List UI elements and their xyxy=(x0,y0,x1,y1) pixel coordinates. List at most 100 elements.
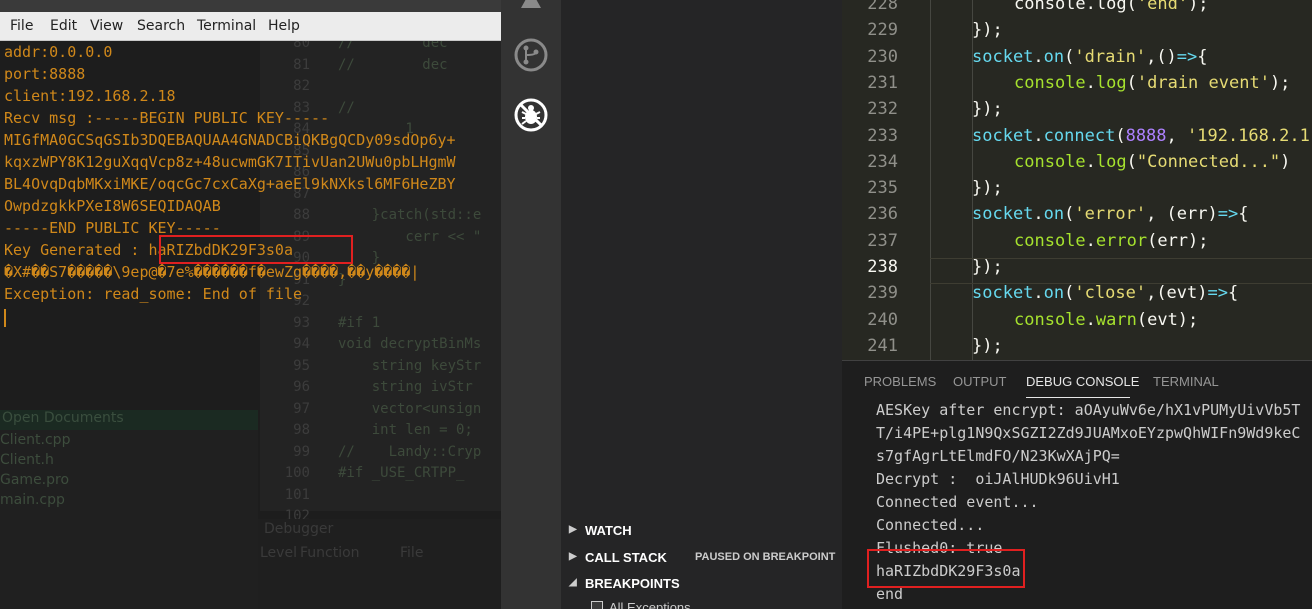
menu-help[interactable]: Help xyxy=(268,18,300,34)
code-text: }); xyxy=(972,99,1003,120)
console-line: Connected event... xyxy=(876,493,1039,511)
watch-section-label: WATCH xyxy=(585,523,632,538)
qt-code-line: 98 int len = 0; xyxy=(260,422,501,442)
watch-section-header[interactable]: ▶ WATCH xyxy=(561,518,842,544)
code-text: socket.on('drain',()=>{ xyxy=(972,46,1208,67)
console-line: end xyxy=(876,585,904,603)
open-document-item[interactable]: main.cpp xyxy=(0,492,65,508)
code-text: console.log("Connected...") xyxy=(1014,151,1291,172)
terminal-cursor xyxy=(4,309,6,327)
line-number: 229 xyxy=(867,20,898,41)
line-number: 98 xyxy=(293,422,310,438)
editor-line: 235}); xyxy=(842,178,1312,204)
terminal-line: kqxzWPY8K12guXqqVcp8z+48ucwmGK7ITivUan2U… xyxy=(4,153,456,171)
editor-line: 239 socket.on('close',(evt)=>{ xyxy=(842,283,1312,309)
line-number: 96 xyxy=(293,379,310,395)
tab-debug-console[interactable]: DEBUG CONSOLE xyxy=(1026,374,1139,389)
editor-line: 232}); xyxy=(842,99,1312,125)
call-stack-section-header[interactable]: ▶ CALL STACK PAUSED ON BREAKPOINT xyxy=(561,545,842,571)
console-line: AESKey after encrypt: aOAyuWv6e/hX1vPUMy… xyxy=(876,401,1301,419)
editor-line: 230 socket.on('drain',()=>{ xyxy=(842,47,1312,73)
explorer-icon[interactable] xyxy=(513,0,549,22)
debugger-col-function: Function xyxy=(300,545,360,561)
editor-line: 228 console.log('end'); xyxy=(842,0,1312,20)
editor-line: 238}); xyxy=(842,257,1312,283)
line-number: 100 xyxy=(284,465,310,481)
code-text: }); xyxy=(972,335,1003,356)
all-exceptions-checkbox[interactable] xyxy=(591,601,603,609)
code-text: string ivStr xyxy=(338,379,473,395)
breakpoints-section-header[interactable]: ◢ BREAKPOINTS xyxy=(561,571,842,597)
line-number: 101 xyxy=(284,486,310,503)
debugger-col-level: Level xyxy=(260,545,297,561)
menu-view[interactable]: View xyxy=(90,18,123,34)
terminal-line: BL4OvqDqbMKxiMKE/oqcGc7cxCaXg+aeEl9kNXks… xyxy=(4,175,456,193)
terminal-menubar: File Edit View Search Terminal Help xyxy=(0,12,501,41)
menu-search[interactable]: Search xyxy=(137,18,185,34)
terminal-line: MIGfMA0GCSqGSIb3DQEBAQUAA4GNADCBiQKBgQCD… xyxy=(4,131,456,149)
line-number: 240 xyxy=(867,309,898,330)
code-text: console.error(err); xyxy=(1014,230,1209,251)
terminal-line: port:8888 xyxy=(4,65,86,83)
code-text: }); xyxy=(972,178,1003,199)
line-number: 233 xyxy=(867,125,898,146)
line-number: 97 xyxy=(293,400,310,417)
activity-bar xyxy=(501,0,561,609)
open-document-item[interactable]: Client.cpp xyxy=(0,432,70,448)
code-text: console.log('drain event'); xyxy=(1014,72,1291,93)
open-document-item[interactable]: Client.h xyxy=(0,452,54,468)
code-text: console.log('end'); xyxy=(1014,0,1209,14)
editor-line: 241}); xyxy=(842,336,1312,360)
qt-code-line: 100 #if _USE_CRTPP_ xyxy=(260,465,501,485)
tab-problems[interactable]: PROBLEMS xyxy=(864,374,936,389)
editor-line: 234 console.log("Connected...") xyxy=(842,152,1312,178)
qt-code-line: 97 vector<unsign xyxy=(260,401,501,421)
open-document-item[interactable]: Game.pro xyxy=(0,472,69,488)
code-text: int len = 0; xyxy=(338,422,473,438)
panel-tabs: PROBLEMS OUTPUT DEBUG CONSOLE TERMINAL xyxy=(842,361,1312,401)
qt-debugger-panel: Debugger Level Function File xyxy=(258,519,501,609)
terminal-line: Recv msg :-----BEGIN PUBLIC KEY----- xyxy=(4,109,330,127)
line-number: 238 xyxy=(867,257,898,277)
console-line: T/i4PE+plg1N9QxSGZI2Zd9JUAMxoEYzpwQhWIFn… xyxy=(876,424,1301,442)
code-text: socket.on('close',(evt)=>{ xyxy=(972,283,1239,304)
open-documents-title: Open Documents xyxy=(0,410,258,430)
code-text: // Landy::Cryp xyxy=(338,443,482,460)
paused-on-breakpoint-label: PAUSED ON BREAKPOINT xyxy=(695,551,836,563)
console-line: s7gfAgrLtElmdFO/N23KwXAjPQ= xyxy=(876,447,1120,465)
line-number: 230 xyxy=(867,46,898,67)
line-number: 99 xyxy=(293,443,310,460)
line-number: 232 xyxy=(867,99,898,120)
code-text: }); xyxy=(972,20,1003,41)
terminal-window: 80// dec 81// dec 82 83//84 1 85 86 87 88 }catc… xyxy=(0,0,501,609)
editor-line: 231 console.log('drain event'); xyxy=(842,73,1312,99)
qt-code-line: 96 string ivStr xyxy=(260,379,501,399)
editor-line: 233 socket.connect(8888, '192.168.2.1 xyxy=(842,126,1312,152)
terminal-output[interactable]: addr:0.0.0.0 port:8888 client:192.168.2.… xyxy=(0,41,501,341)
chevron-right-icon: ▶ xyxy=(569,524,577,535)
tab-terminal[interactable]: TERMINAL xyxy=(1153,374,1219,389)
highlight-box-console-key xyxy=(867,549,1025,588)
debug-sidebar: ▶ WATCH ▶ CALL STACK PAUSED ON BREAKPOIN… xyxy=(561,0,842,609)
code-text: #if _USE_CRTPP_ xyxy=(338,465,465,481)
line-number: 236 xyxy=(867,204,898,225)
code-editor[interactable]: 228 console.log('end'); 229}); 230 socket.on… xyxy=(842,0,1312,360)
chevron-down-icon: ◢ xyxy=(569,577,577,588)
breakpoints-section-label: BREAKPOINTS xyxy=(585,576,680,591)
debugger-title: Debugger xyxy=(264,521,334,537)
terminal-line: OwpdzgkkPXeI8W6SEQIDAQAB xyxy=(4,197,221,215)
terminal-line: addr:0.0.0.0 xyxy=(4,43,113,61)
debug-icon[interactable] xyxy=(513,97,549,133)
editor-line: 236 socket.on('error', (err)=>{ xyxy=(842,204,1312,230)
code-text: console.warn(evt); xyxy=(1014,309,1199,330)
menu-file[interactable]: File xyxy=(10,18,33,34)
menu-edit[interactable]: Edit xyxy=(50,18,77,34)
tab-output[interactable]: OUTPUT xyxy=(953,374,1006,389)
line-number: 239 xyxy=(867,283,898,304)
code-text: socket.on('error', (err)=>{ xyxy=(972,204,1249,225)
menu-terminal[interactable]: Terminal xyxy=(197,18,256,34)
editor-line: 229}); xyxy=(842,20,1312,46)
console-line: Decrypt : oiJAlHUDk96UivH1 xyxy=(876,470,1120,488)
source-control-icon[interactable] xyxy=(513,37,549,73)
console-line: Connected... xyxy=(876,516,985,534)
